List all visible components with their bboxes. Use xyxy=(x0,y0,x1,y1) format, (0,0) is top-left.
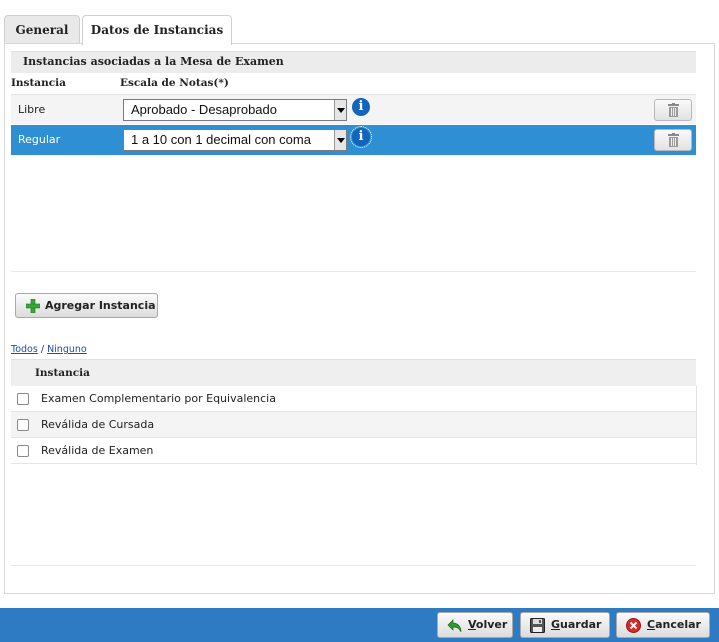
column-header-instancia: Instancia xyxy=(11,77,66,89)
info-icon[interactable]: i xyxy=(352,98,370,116)
instancia-row-libre[interactable]: Libre Aprobado - Desaprobado i xyxy=(11,94,696,124)
delete-button[interactable] xyxy=(654,99,692,121)
escala-select-value: 1 a 10 con 1 decimal con coma xyxy=(131,132,311,147)
list-item[interactable]: Examen Complementario por Equivalencia xyxy=(11,386,696,412)
instancia-list: Examen Complementario por Equivalencia R… xyxy=(11,386,697,465)
cancelar-button[interactable]: Cancelar xyxy=(616,612,710,638)
divider xyxy=(11,271,696,272)
cancelar-accel: C xyxy=(647,618,656,631)
checkbox[interactable] xyxy=(17,445,29,457)
delete-button[interactable] xyxy=(654,129,692,151)
save-icon xyxy=(530,618,545,633)
cancel-icon xyxy=(626,618,641,633)
footer-bar: Volver Guardar Cancelar xyxy=(0,608,719,642)
tab-general[interactable]: General xyxy=(4,15,80,44)
volver-label: olver xyxy=(475,618,508,631)
list-item-label: Reválida de Cursada xyxy=(41,418,155,431)
column-header-escala: Escala de Notas(*) xyxy=(120,77,229,89)
instancia-row-regular[interactable]: Regular 1 a 10 con 1 decimal con coma i xyxy=(11,125,696,155)
escala-select[interactable]: Aprobado - Desaprobado xyxy=(123,99,347,121)
select-all-link[interactable]: Todos xyxy=(11,344,38,355)
list-item[interactable]: Reválida de Cursada xyxy=(11,412,696,438)
info-icon[interactable]: i xyxy=(350,126,372,148)
list-item-label: Reválida de Examen xyxy=(41,444,154,457)
guardar-accel: G xyxy=(551,618,561,631)
dropdown-arrow-icon[interactable] xyxy=(334,130,346,150)
guardar-label: uardar xyxy=(560,618,602,631)
dropdown-arrow-icon[interactable] xyxy=(334,100,346,120)
trash-icon xyxy=(668,103,679,117)
volver-button[interactable]: Volver xyxy=(437,612,513,638)
escala-select-value: Aprobado - Desaprobado xyxy=(131,102,277,117)
section-title: Instancias asociadas a la Mesa de Examen xyxy=(11,51,696,73)
checkbox[interactable] xyxy=(17,419,29,431)
link-separator: / xyxy=(40,344,45,355)
list-header: Instancia xyxy=(11,359,696,386)
add-instancia-label: Agregar Instancia xyxy=(45,299,156,312)
checkbox[interactable] xyxy=(17,393,29,405)
instancia-name: Regular xyxy=(18,133,61,146)
tab-bar: General Datos de Instancias xyxy=(0,0,719,45)
plus-icon xyxy=(26,299,40,313)
add-instancia-button[interactable]: Agregar Instancia xyxy=(15,293,158,318)
volver-accel: V xyxy=(468,618,476,631)
cancelar-label: ancelar xyxy=(655,618,701,631)
guardar-button[interactable]: Guardar xyxy=(520,612,610,638)
select-none-link[interactable]: Ninguno xyxy=(47,344,87,355)
back-arrow-icon xyxy=(447,619,462,633)
list-item[interactable]: Reválida de Examen xyxy=(11,438,696,464)
trash-icon xyxy=(668,133,679,147)
list-item-label: Examen Complementario por Equivalencia xyxy=(41,392,276,405)
tab-datos-de-instancias[interactable]: Datos de Instancias xyxy=(82,15,232,45)
escala-select[interactable]: 1 a 10 con 1 decimal con coma xyxy=(123,129,347,151)
instancia-name: Libre xyxy=(18,103,46,116)
select-links: Todos / Ninguno xyxy=(11,344,87,355)
divider xyxy=(11,565,696,566)
